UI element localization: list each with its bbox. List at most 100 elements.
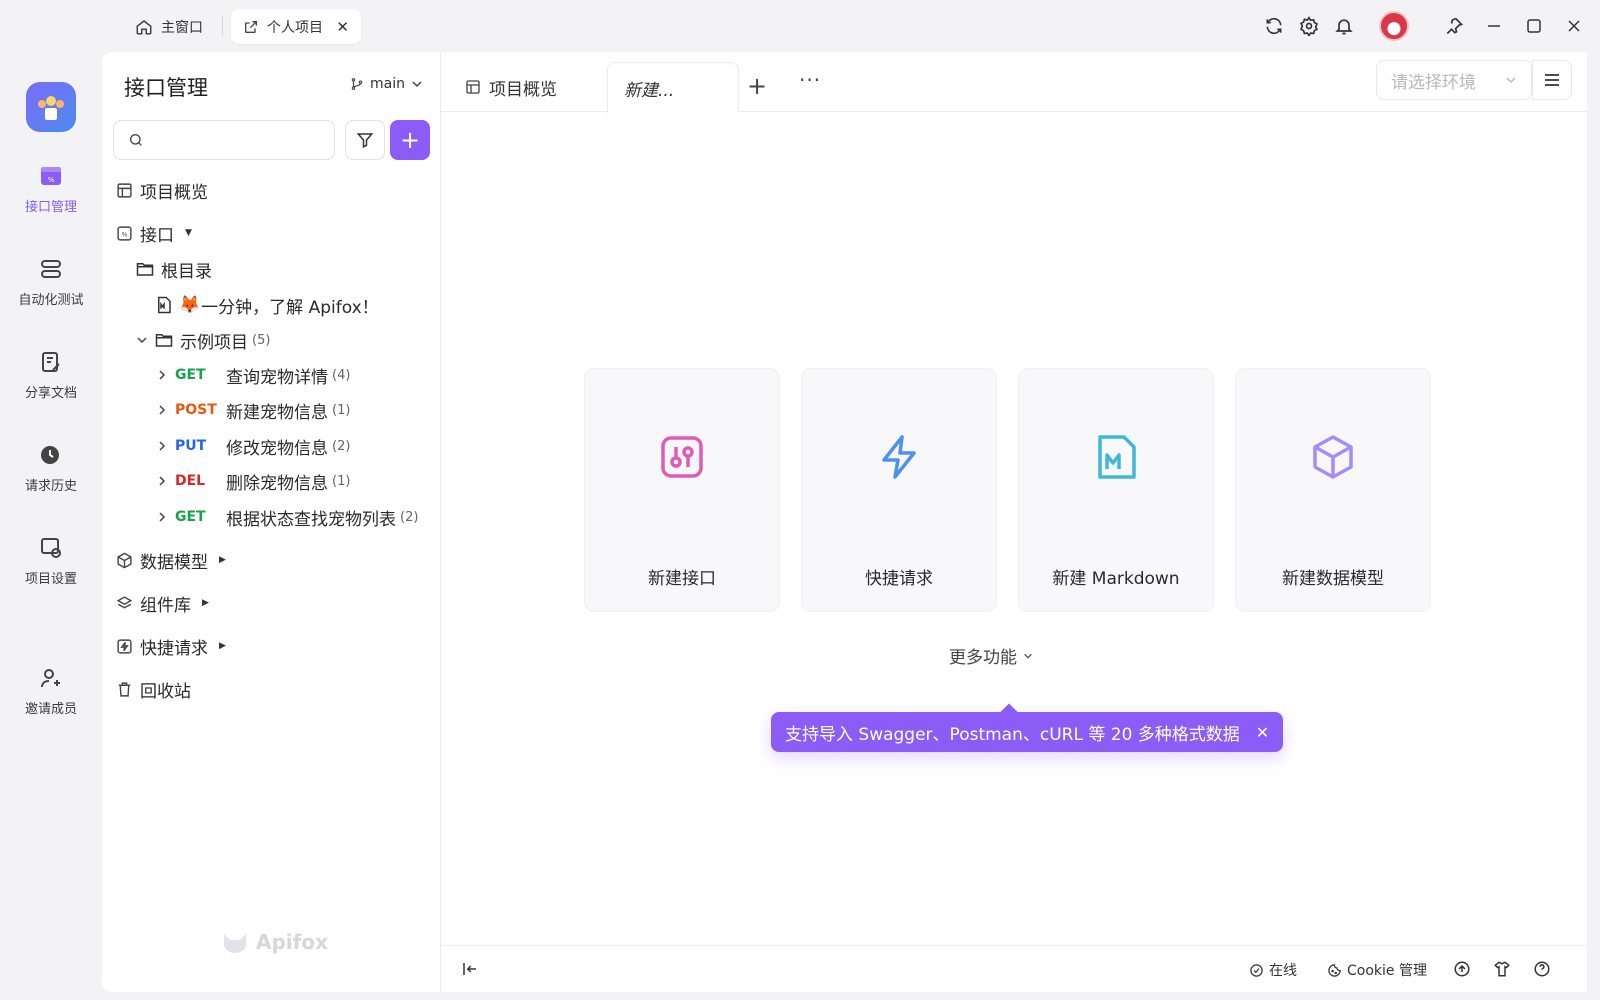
main-panel: 项目概览 新建... + ··· 请选择环境 新建接口 快捷请求 新建 Mark… bbox=[440, 52, 1588, 992]
tree-label: 组件库 bbox=[140, 595, 191, 616]
endpoint-name: 查询宠物详情 bbox=[226, 367, 328, 388]
chevron-right-icon[interactable] bbox=[156, 475, 168, 487]
window-tab-label: 个人项目 bbox=[267, 19, 323, 36]
endpoint-row[interactable]: DEL 删除宠物信息 (1) bbox=[156, 466, 350, 496]
settings-doc-icon bbox=[39, 536, 63, 560]
more-features-toggle[interactable]: 更多功能 bbox=[949, 643, 1033, 668]
rail-item-label: 项目设置 bbox=[24, 572, 77, 587]
project-logo-icon[interactable] bbox=[26, 82, 76, 132]
new-api-card[interactable]: 新建接口 bbox=[584, 368, 780, 612]
endpoint-row[interactable]: GET 根据状态查找宠物列表 (2) bbox=[156, 502, 418, 532]
endpoint-row[interactable]: PUT 修改宠物信息 (2) bbox=[156, 431, 350, 461]
chevron-right-icon[interactable] bbox=[156, 404, 168, 416]
collapse-sidebar-icon[interactable] bbox=[461, 960, 479, 978]
more-tabs-icon[interactable]: ··· bbox=[799, 68, 821, 92]
check-circle-icon bbox=[1249, 963, 1264, 978]
cookie-label: Cookie 管理 bbox=[1347, 963, 1427, 979]
tree-item-doc[interactable]: 🦊 一分钟，了解 Apifox！ bbox=[156, 290, 379, 320]
chevron-down-icon[interactable] bbox=[136, 334, 148, 346]
svg-text:%: % bbox=[48, 176, 55, 184]
online-status[interactable]: 在线 bbox=[1249, 960, 1297, 980]
upload-circle-icon[interactable] bbox=[1453, 960, 1471, 978]
minimize-icon[interactable] bbox=[1482, 14, 1506, 38]
tree-item-root[interactable]: 根目录 bbox=[136, 254, 212, 284]
tree-item-api[interactable]: % 接口 ▼ bbox=[116, 218, 192, 248]
more-features-label: 更多功能 bbox=[949, 648, 1017, 668]
sync-icon[interactable] bbox=[1262, 14, 1286, 38]
tab-new[interactable]: 新建... bbox=[607, 62, 739, 113]
markdown-icon bbox=[156, 296, 172, 314]
tree-item-components[interactable]: 组件库 ▶ bbox=[116, 588, 209, 618]
endpoint-count: (4) bbox=[332, 367, 351, 383]
tree-item-overview[interactable]: 项目概览 bbox=[116, 175, 208, 205]
environment-select[interactable]: 请选择环境 bbox=[1376, 60, 1532, 100]
close-icon[interactable]: ✕ bbox=[1256, 723, 1269, 742]
window-tab-label: 主窗口 bbox=[161, 19, 203, 36]
tab-label: 项目概览 bbox=[489, 79, 557, 100]
chevron-right-icon[interactable] bbox=[156, 511, 168, 523]
hamburger-menu-icon[interactable] bbox=[1532, 60, 1572, 100]
tab-label: 新建... bbox=[624, 80, 675, 101]
rail-item-label: 分享文档 bbox=[24, 386, 77, 401]
endpoint-row[interactable]: POST 新建宠物信息 (1) bbox=[156, 395, 350, 425]
add-user-icon bbox=[39, 666, 63, 690]
clock-icon bbox=[39, 443, 63, 467]
layers-icon bbox=[116, 595, 133, 612]
layout-icon bbox=[116, 182, 133, 199]
chevron-right-icon[interactable] bbox=[156, 369, 168, 381]
chevron-right-icon[interactable] bbox=[156, 440, 168, 452]
tree-label: 项目概览 bbox=[140, 182, 208, 203]
shirt-icon[interactable] bbox=[1493, 960, 1511, 978]
status-bar: 在线 Cookie 管理 bbox=[441, 945, 1588, 992]
gear-icon[interactable] bbox=[1297, 14, 1321, 38]
new-markdown-card[interactable]: 新建 Markdown bbox=[1018, 368, 1214, 612]
new-data-model-card[interactable]: 新建数据模型 bbox=[1235, 368, 1431, 612]
rail-item-api-management[interactable]: % 接口管理 bbox=[0, 164, 102, 234]
close-icon[interactable]: ✕ bbox=[336, 18, 349, 36]
avatar[interactable] bbox=[1379, 11, 1409, 41]
tree-item-trash[interactable]: 回收站 bbox=[116, 674, 191, 704]
lightning-box-icon bbox=[116, 638, 133, 655]
http-method-badge: POST bbox=[175, 402, 217, 418]
window-close-icon[interactable] bbox=[1562, 14, 1586, 38]
tab-project-overview[interactable]: 项目概览 bbox=[449, 62, 599, 112]
window-tab-project[interactable]: 个人项目 ✕ bbox=[231, 9, 361, 44]
branch-selector[interactable]: main bbox=[350, 76, 423, 92]
apifox-logo-icon bbox=[222, 930, 248, 954]
card-label: 新建 Markdown bbox=[1052, 569, 1180, 589]
markdown-icon bbox=[1092, 433, 1140, 481]
caret-right-icon[interactable]: ▶ bbox=[219, 641, 226, 651]
quick-request-card[interactable]: 快捷请求 bbox=[801, 368, 997, 612]
caret-down-icon[interactable]: ▼ bbox=[185, 228, 192, 238]
rail-item-auto-test[interactable]: 自动化测试 bbox=[0, 257, 102, 327]
rail-item-invite[interactable]: 邀请成员 bbox=[0, 666, 102, 736]
window-tab-home[interactable]: 主窗口 bbox=[123, 9, 219, 44]
caret-right-icon[interactable]: ▶ bbox=[219, 555, 226, 565]
add-tab-button[interactable]: + bbox=[747, 72, 767, 100]
help-icon[interactable] bbox=[1533, 960, 1551, 978]
endpoint-row[interactable]: GET 查询宠物详情 (4) bbox=[156, 360, 350, 390]
cookie-manager[interactable]: Cookie 管理 bbox=[1327, 960, 1427, 980]
pin-icon[interactable] bbox=[1442, 14, 1466, 38]
tree-item-models[interactable]: 数据模型 ▶ bbox=[116, 545, 226, 575]
rail-item-share-docs[interactable]: 分享文档 bbox=[0, 350, 102, 420]
caret-right-icon[interactable]: ▶ bbox=[202, 598, 209, 608]
rail-item-project-settings[interactable]: 项目设置 bbox=[0, 536, 102, 606]
search-input[interactable] bbox=[152, 132, 334, 148]
tree-label: 接口 bbox=[140, 225, 174, 246]
lightning-icon bbox=[875, 433, 923, 481]
card-label: 新建接口 bbox=[648, 569, 716, 589]
add-button[interactable]: + bbox=[390, 120, 430, 160]
tree-item-quick[interactable]: 快捷请求 ▶ bbox=[116, 631, 226, 661]
search-box[interactable] bbox=[113, 120, 335, 160]
maximize-icon[interactable] bbox=[1522, 14, 1546, 38]
bell-icon[interactable] bbox=[1332, 14, 1356, 38]
tab-divider bbox=[222, 16, 223, 36]
rail-item-history[interactable]: 请求历史 bbox=[0, 443, 102, 513]
card-label: 快捷请求 bbox=[865, 569, 933, 589]
filter-button[interactable] bbox=[345, 120, 385, 160]
chevron-down-icon bbox=[1505, 74, 1517, 86]
tree-item-example-folder[interactable]: 示例项目 (5) bbox=[136, 325, 270, 355]
tree-label: 快捷请求 bbox=[140, 638, 208, 659]
layout-icon bbox=[465, 79, 481, 95]
